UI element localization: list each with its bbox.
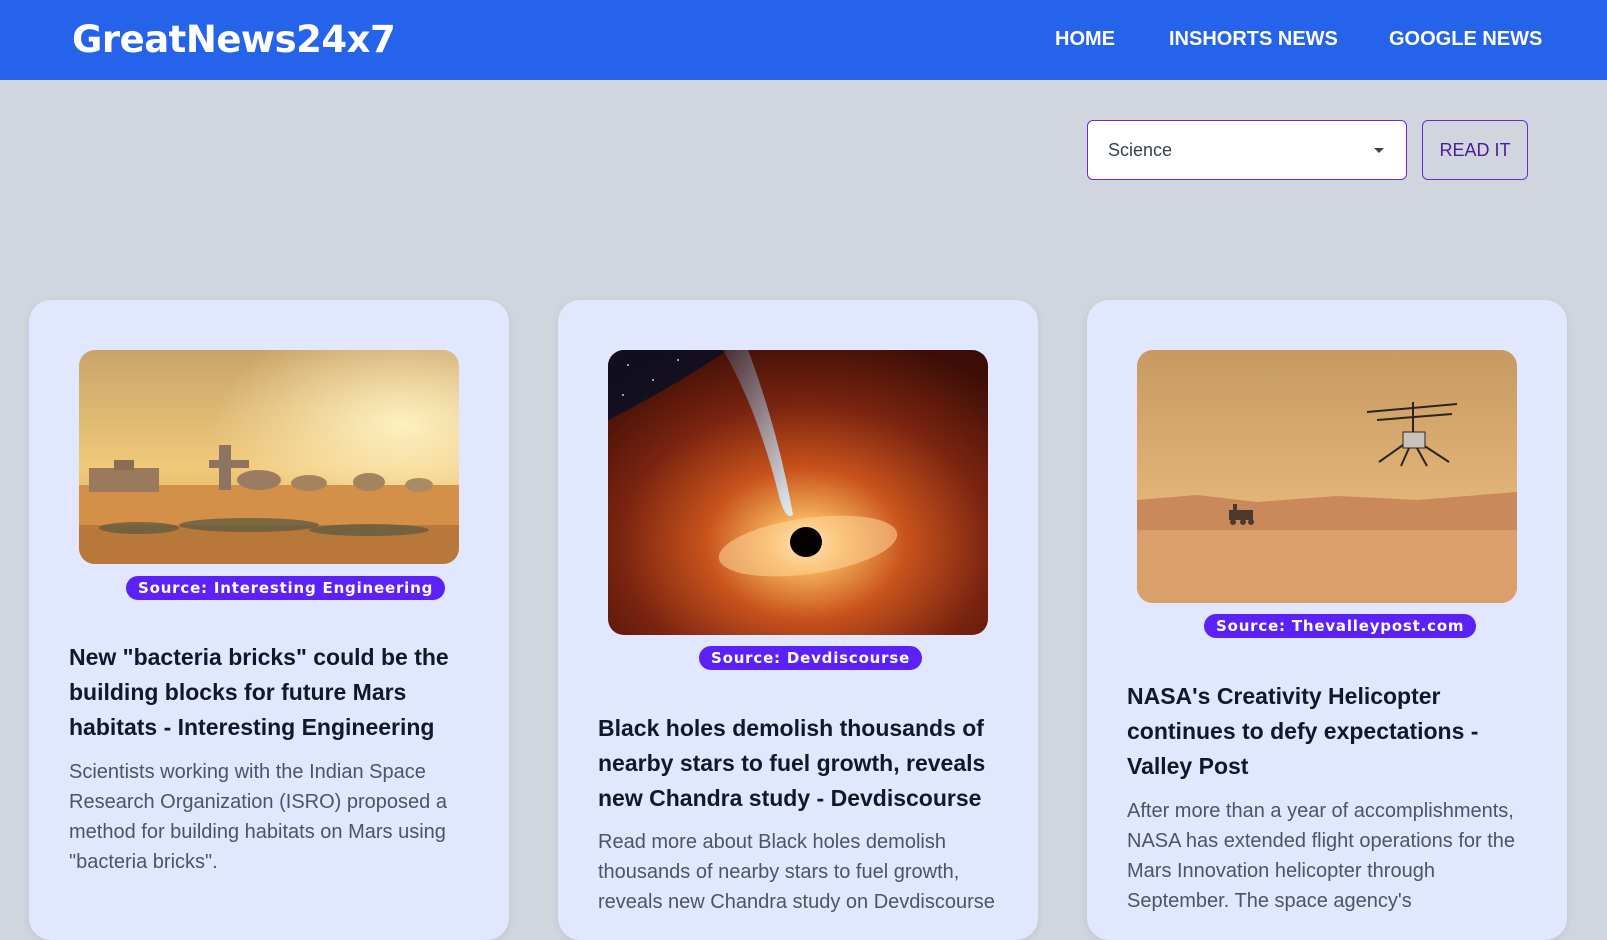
- nav-link-home[interactable]: HOME: [1055, 28, 1115, 51]
- top-navbar: GreatNews24x7 HOME INSHORTS NEWS GOOGLE …: [0, 0, 1607, 80]
- source-badge: Source: Devdiscourse: [699, 646, 923, 670]
- article-description: After more than a year of accomplishment…: [1127, 800, 1516, 912]
- category-select[interactable]: Science: [1087, 120, 1407, 180]
- nav-link-google-news[interactable]: GOOGLE NEWS: [1389, 28, 1542, 51]
- brand-logo[interactable]: GreatNews24x7: [72, 18, 396, 61]
- black-hole-image[interactable]: [608, 350, 988, 635]
- news-card[interactable]: Source: Thevalleypost.com NASA's Creativ…: [1087, 300, 1567, 940]
- article-title[interactable]: Black holes demolish thousands of nearby…: [598, 711, 1008, 816]
- chevron-down-icon: [1374, 148, 1384, 153]
- news-card[interactable]: Source: Devdiscourse Black holes demolis…: [558, 300, 1038, 940]
- source-badge: Source: Interesting Engineering: [126, 576, 446, 600]
- mars-helicopter-image[interactable]: [1137, 350, 1517, 603]
- article-description: Scientists working with the Indian Space…: [69, 761, 447, 873]
- article-title[interactable]: NASA's Creativity Helicopter continues t…: [1127, 679, 1537, 784]
- nav-link-inshorts-news[interactable]: INSHORTS NEWS: [1169, 28, 1338, 51]
- mars-habitat-image[interactable]: [79, 350, 459, 564]
- article-description: Read more about Black holes demolish tho…: [598, 831, 995, 913]
- news-card[interactable]: Source: Interesting Engineering New "bac…: [29, 300, 509, 940]
- category-select-value: Science: [1108, 140, 1173, 160]
- read-it-button[interactable]: READ IT: [1422, 120, 1528, 180]
- article-title[interactable]: New "bacteria bricks" could be the build…: [69, 640, 479, 745]
- source-badge: Source: Thevalleypost.com: [1204, 614, 1477, 638]
